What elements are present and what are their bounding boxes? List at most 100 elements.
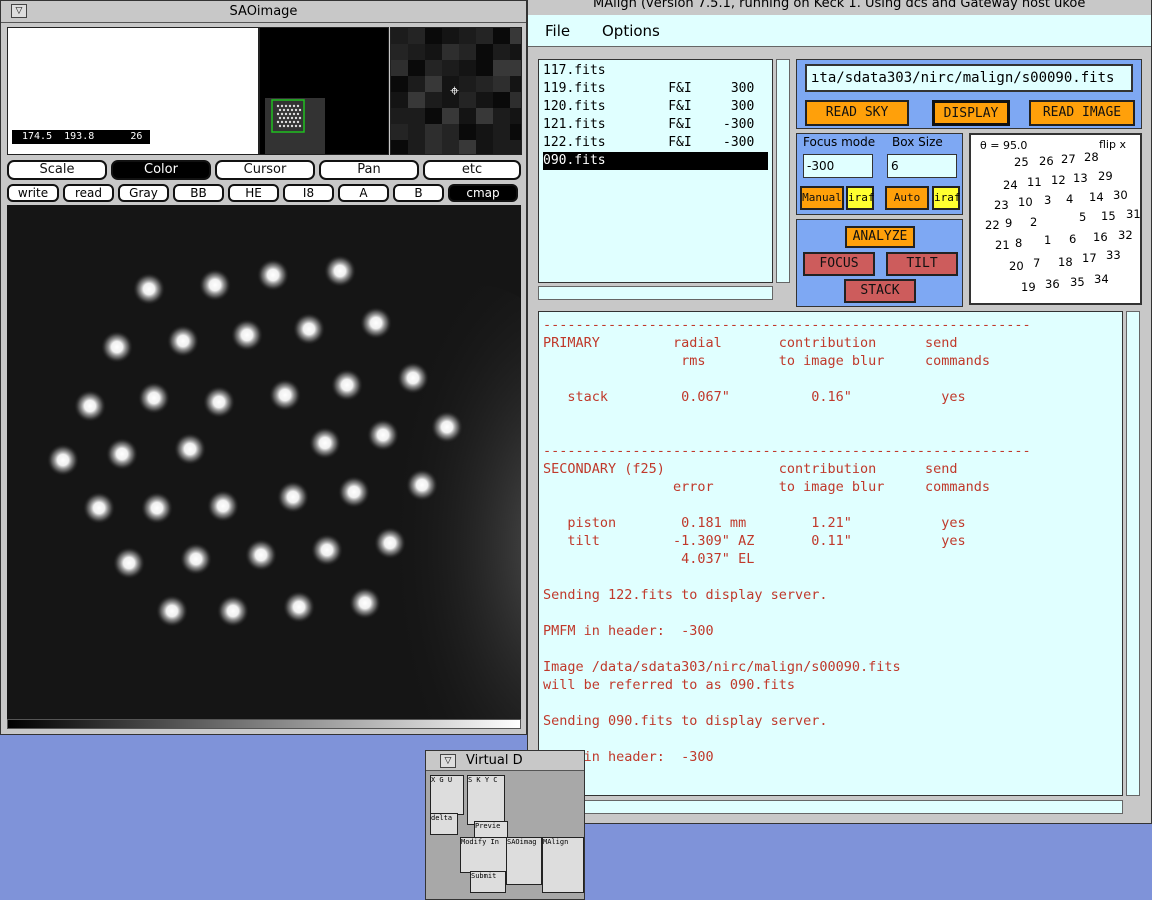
segment-label[interactable]: 22 <box>985 218 1000 232</box>
auto-button[interactable]: Auto <box>885 186 929 210</box>
segment-label[interactable]: 23 <box>994 198 1009 212</box>
auto-iraf-button[interactable]: iraf <box>932 186 961 210</box>
magnifier-pixel <box>459 124 476 140</box>
focus-value-field[interactable]: -300 <box>803 154 873 178</box>
segment-label[interactable]: 27 <box>1061 152 1076 166</box>
vd-titlebar[interactable]: ▽ Virtual D <box>426 751 584 771</box>
cursor-button[interactable]: Cursor <box>215 160 315 180</box>
segment-label[interactable]: 2 <box>1030 215 1037 229</box>
segment-label[interactable]: 15 <box>1101 209 1116 223</box>
file-list[interactable]: 117.fits 119.fits F&I 300 120.fits F&I 3… <box>538 59 773 283</box>
bb-button[interactable]: BB <box>173 184 224 202</box>
segment-label[interactable]: 24 <box>1003 178 1018 192</box>
a-button[interactable]: A <box>338 184 389 202</box>
mini-window[interactable]: S K Y C <box>467 775 505 825</box>
list-item[interactable]: 122.fits F&I -300 <box>543 134 768 152</box>
segment-label[interactable]: 25 <box>1014 155 1029 169</box>
analyze-button[interactable]: ANALYZE <box>845 226 915 248</box>
scale-button[interactable]: Scale <box>7 160 107 180</box>
manual-button[interactable]: Manual <box>800 186 844 210</box>
etc-button[interactable]: etc <box>423 160 521 180</box>
segment-label[interactable]: 31 <box>1126 207 1141 221</box>
segment-label[interactable]: 9 <box>1005 216 1012 230</box>
i8-button[interactable]: I8 <box>283 184 334 202</box>
tilt-button[interactable]: TILT <box>886 252 958 276</box>
segment-label[interactable]: 33 <box>1106 248 1121 262</box>
segment-label[interactable]: 10 <box>1018 195 1033 209</box>
segment-label[interactable]: 14 <box>1089 190 1104 204</box>
gray-button[interactable]: Gray <box>118 184 169 202</box>
segment-label[interactable]: 8 <box>1015 236 1022 250</box>
log-hscroll[interactable] <box>538 800 1123 814</box>
window-menu-icon[interactable]: ▽ <box>440 754 456 768</box>
magnifier-pixel <box>391 60 408 76</box>
panner-spot <box>294 116 298 120</box>
log-vscroll[interactable] <box>1126 311 1140 796</box>
segment-label[interactable]: 18 <box>1058 255 1073 269</box>
magnifier-pixel <box>425 92 442 108</box>
he-button[interactable]: HE <box>228 184 279 202</box>
read-image-button[interactable]: READ IMAGE <box>1029 100 1135 126</box>
magnifier-pixel <box>425 28 442 44</box>
write-button[interactable]: write <box>7 184 59 202</box>
mini-window[interactable]: Submit <box>470 871 506 893</box>
magnifier-pixel <box>425 76 442 92</box>
color-button[interactable]: Color <box>111 160 211 180</box>
list-item[interactable]: 121.fits F&I -300 <box>543 116 768 134</box>
segment-label[interactable]: 36 <box>1045 277 1060 291</box>
segment-label[interactable]: 1 <box>1044 233 1051 247</box>
mini-window[interactable]: delta <box>430 813 458 835</box>
menu-options[interactable]: Options <box>602 22 660 40</box>
mini-window[interactable]: Modify In <box>460 837 508 873</box>
file-list-hscroll[interactable] <box>538 286 773 300</box>
segment-label[interactable]: 3 <box>1044 193 1051 207</box>
manual-iraf-button[interactable]: iraf <box>846 186 875 210</box>
path-input[interactable]: ıta/sdata303/nirc/malign/s00090.fits <box>805 64 1133 92</box>
star-spot <box>47 444 79 476</box>
panner-view[interactable] <box>259 27 389 155</box>
segment-label[interactable]: 12 <box>1051 173 1066 187</box>
segment-label[interactable]: 5 <box>1079 210 1086 224</box>
segment-label[interactable]: 17 <box>1082 251 1097 265</box>
menu-file[interactable]: File <box>545 22 570 40</box>
segment-label[interactable]: 13 <box>1073 171 1088 185</box>
segment-label[interactable]: 30 <box>1113 188 1128 202</box>
segment-label[interactable]: 21 <box>995 238 1010 252</box>
flip-x-toggle[interactable]: flip x <box>1099 138 1126 151</box>
segment-label[interactable]: 26 <box>1039 154 1054 168</box>
segment-label[interactable]: 34 <box>1094 272 1109 286</box>
segment-label[interactable]: 32 <box>1118 228 1133 242</box>
segment-label[interactable]: 28 <box>1084 150 1099 164</box>
segment-label[interactable]: 29 <box>1098 169 1113 183</box>
focus-button[interactable]: FOCUS <box>803 252 875 276</box>
segment-label[interactable]: 4 <box>1066 192 1073 206</box>
list-item[interactable]: 117.fits <box>543 62 768 80</box>
window-menu-icon[interactable]: ▽ <box>11 4 27 18</box>
segment-label[interactable]: 6 <box>1069 232 1076 246</box>
segment-map[interactable]: θ = 95.0 flip x 25 26 27 28 24 11 12 13 29 30 14 23… <box>969 133 1142 305</box>
segment-label[interactable]: 11 <box>1027 175 1042 189</box>
read-button[interactable]: read <box>63 184 114 202</box>
segment-label[interactable]: 19 <box>1021 280 1036 294</box>
pan-button[interactable]: Pan <box>319 160 419 180</box>
sao-titlebar[interactable]: ▽ SAOimage <box>1 1 526 23</box>
box-size-field[interactable]: 6 <box>887 154 957 178</box>
virtual-desktop-window[interactable]: ▽ Virtual D X G U S K Y C delta Previe M… <box>425 750 585 900</box>
mini-window[interactable]: MAlign <box>542 837 584 893</box>
list-item[interactable]: 120.fits F&I 300 <box>543 98 768 116</box>
display-button[interactable]: DISPLAY <box>932 100 1010 126</box>
list-item-selected[interactable]: 090.fits <box>543 152 768 170</box>
mini-window[interactable]: X G U <box>430 775 464 815</box>
b-button[interactable]: B <box>393 184 444 202</box>
file-list-vscroll[interactable] <box>776 59 790 283</box>
segment-label[interactable]: 35 <box>1070 275 1085 289</box>
list-item[interactable]: 119.fits F&I 300 <box>543 80 768 98</box>
read-sky-button[interactable]: READ SKY <box>805 100 909 126</box>
segment-label[interactable]: 16 <box>1093 230 1108 244</box>
mini-window[interactable]: SAOimag <box>506 837 542 885</box>
stack-button[interactable]: STACK <box>844 279 916 303</box>
segment-label[interactable]: 20 <box>1009 259 1024 273</box>
image-display[interactable] <box>7 205 521 719</box>
cmap-button[interactable]: cmap <box>448 184 518 202</box>
segment-label[interactable]: 7 <box>1033 256 1040 270</box>
